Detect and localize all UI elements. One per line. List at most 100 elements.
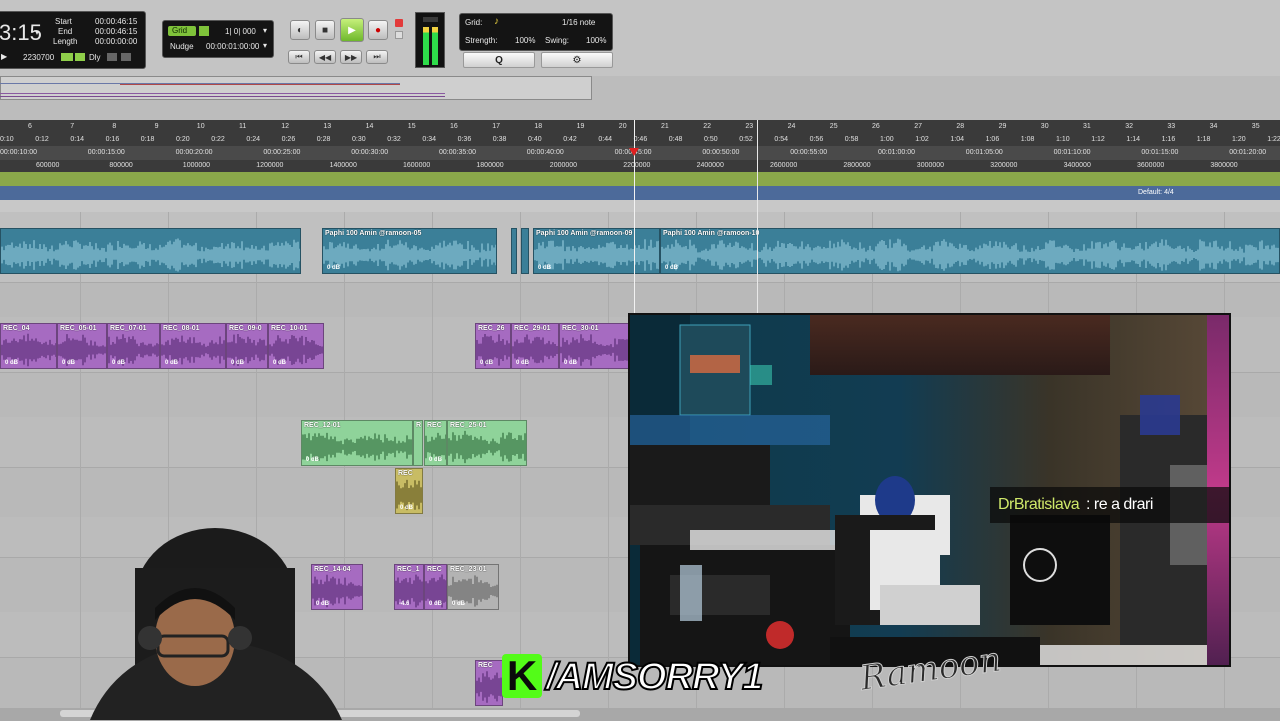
- rewind-button[interactable]: ◀◀: [314, 50, 336, 64]
- samples-ruler[interactable]: 600000 800000 1000000 1200000 1400000 1600000…: [0, 160, 1280, 172]
- meter-clip-indicator[interactable]: [423, 17, 438, 22]
- timecode-ruler[interactable]: 00:00:10:00 00:00:15:00 00:00:20:00 00:00:2…: [0, 146, 1280, 160]
- audio-clip[interactable]: REC_23-01 0 dB: [447, 564, 499, 610]
- audio-clip[interactable]: REC_09-0 0 dB: [226, 323, 268, 369]
- minsecs-label: 0:12: [35, 136, 49, 143]
- audio-clip[interactable]: REC_08-01 0 dB: [160, 323, 226, 369]
- quantize-settings-button[interactable]: ⚙: [541, 52, 613, 68]
- clip-gain: 0 dB: [429, 601, 443, 607]
- audio-clip[interactable]: REC_05-01 0 dB: [57, 323, 107, 369]
- clip-waveform: [1, 238, 300, 272]
- minsecs-ruler[interactable]: 0:10 0:12 0:14 0:16 0:18 0:20 0:22 0:24 0:26 0:28…: [0, 134, 1280, 146]
- swing-value[interactable]: 100%: [586, 36, 606, 45]
- tab-icon[interactable]: [75, 53, 85, 61]
- grid-value[interactable]: 1| 0| 000: [225, 27, 256, 36]
- bar-number-label: 19: [576, 123, 585, 130]
- bar-number-label: 13: [323, 123, 332, 130]
- samples-label: 3600000: [1137, 162, 1165, 169]
- minsecs-label: 1:06: [985, 136, 1000, 143]
- clip-name: Paphi 100 Amin @ramoon-09: [536, 230, 633, 237]
- audio-clip[interactable]: [0, 228, 301, 274]
- audio-clip[interactable]: R: [413, 420, 423, 466]
- minsecs-label: 0:10: [0, 136, 14, 143]
- minsecs-label: 1:10: [1056, 136, 1070, 143]
- nudge-dropdown-icon[interactable]: ▾: [263, 41, 267, 50]
- timecode-label: 00:01:20:00: [1229, 149, 1267, 156]
- meter-ruler[interactable]: Default: 4/4: [0, 186, 1280, 200]
- bar-number-label: 12: [281, 123, 289, 130]
- audio-clip[interactable]: REC_30-01 0 dB: [559, 323, 629, 369]
- grid-line: [608, 212, 609, 720]
- counter-dropdown-icon[interactable]: ▾: [35, 28, 39, 37]
- clip-name: Paphi 100 Amin @ramoon-05: [325, 230, 422, 237]
- playhead-marker-icon[interactable]: [629, 148, 639, 156]
- dly-label[interactable]: Dly: [89, 53, 101, 62]
- audio-clip[interactable]: REC_26 0 dB: [475, 323, 511, 369]
- audio-clip[interactable]: REC_1 -4.6: [394, 564, 424, 610]
- samples-label: 600000: [36, 162, 60, 169]
- samples-label: 800000: [109, 162, 133, 169]
- samples-label: 3800000: [1210, 162, 1238, 169]
- play-button[interactable]: ▶: [340, 18, 364, 42]
- universe-overview[interactable]: [0, 76, 1280, 120]
- record-button[interactable]: ●: [368, 20, 388, 40]
- audio-clip[interactable]: REC_10-01 0 dB: [268, 323, 324, 369]
- quantize-button[interactable]: Q: [463, 52, 535, 68]
- grid-label: Grid: [172, 26, 188, 35]
- record-arm-indicator: [395, 19, 403, 27]
- post-roll-toggle[interactable]: [121, 53, 131, 61]
- audio-clip[interactable]: [511, 228, 517, 274]
- nudge-value[interactable]: 00:00:01:00:00: [206, 42, 259, 51]
- timecode-label: 00:00:40:00: [526, 149, 564, 156]
- audio-clip[interactable]: REC_25-01: [447, 420, 527, 466]
- audio-clip[interactable]: REC 0 dB: [424, 564, 447, 610]
- minsecs-label: 1:02: [915, 136, 929, 143]
- audio-clip[interactable]: REC 0 dB: [424, 420, 447, 466]
- audio-clip[interactable]: REC_12-01 0 dB: [301, 420, 413, 466]
- ruler-divider: [0, 200, 1280, 212]
- grid-snap-icon[interactable]: [199, 26, 209, 36]
- play-icon: ▶: [348, 24, 356, 36]
- audio-clip[interactable]: [521, 228, 529, 274]
- note-value[interactable]: 1/16 note: [562, 18, 595, 27]
- main-counter-display[interactable]: 3:15 ▾ Start End Length 00:00:46:15 00:0…: [0, 11, 146, 69]
- go-to-end-button[interactable]: ⏭: [366, 50, 388, 64]
- samples-label: 2000000: [549, 162, 578, 169]
- audio-clip[interactable]: REC_29-01 0 dB: [511, 323, 559, 369]
- clip-gain: 0 dB: [452, 601, 466, 607]
- bars-beats-ruler[interactable]: 6 7 8 9 10 11 12 13 14 15 16 17 18 19 20 21 22 23 24 25 26 27…: [0, 120, 1280, 134]
- samples-label: 2800000: [843, 162, 871, 169]
- audio-clip[interactable]: REC 0 dB: [395, 468, 423, 514]
- minsecs-label: 0:54: [774, 136, 789, 143]
- bar-number-label: 30: [1040, 123, 1049, 130]
- audio-clip[interactable]: Paphi 100 Amin @ramoon-10 0 dB: [660, 228, 1280, 274]
- bar-number-label: 29: [998, 123, 1007, 130]
- grid-dropdown-icon[interactable]: ▾: [263, 26, 267, 35]
- stop-icon: ■: [321, 24, 329, 36]
- start-value[interactable]: 00:00:46:15: [95, 17, 137, 26]
- stop-button[interactable]: ■: [315, 20, 335, 40]
- bar-number-label: 22: [703, 123, 711, 130]
- fast-forward-icon: ▶▶: [344, 52, 358, 62]
- timecode-label: 00:00:35:00: [439, 149, 476, 156]
- clip-gain: 0 dB: [306, 457, 320, 463]
- minsecs-label: 0:28: [316, 136, 331, 143]
- audio-clip[interactable]: Paphi 100 Amin @ramoon-09 0 dB: [533, 228, 660, 274]
- minsecs-label: 1:00: [880, 136, 894, 143]
- marker-ruler[interactable]: [0, 172, 1280, 186]
- end-value[interactable]: 00:00:46:15: [95, 27, 137, 36]
- audio-clip[interactable]: REC_04 0 dB: [0, 323, 57, 369]
- strength-value[interactable]: 100%: [515, 36, 535, 45]
- link-icon[interactable]: [61, 53, 73, 61]
- online-button[interactable]: ◐: [290, 20, 310, 40]
- audio-clip[interactable]: Paphi 100 Amin @ramoon-05 0 dB: [322, 228, 497, 274]
- bar-number-label: 7: [70, 123, 75, 130]
- bar-number-label: 11: [239, 123, 247, 130]
- fast-forward-button[interactable]: ▶▶: [340, 50, 362, 64]
- audio-clip[interactable]: REC_07-01 0 dB: [107, 323, 160, 369]
- length-value[interactable]: 00:00:00:00: [95, 37, 137, 46]
- bar-number-label: 35: [1251, 123, 1260, 130]
- return-to-zero-button[interactable]: ⏮: [288, 50, 310, 64]
- pre-roll-toggle[interactable]: [107, 53, 117, 61]
- bar-number-label: 18: [534, 123, 543, 130]
